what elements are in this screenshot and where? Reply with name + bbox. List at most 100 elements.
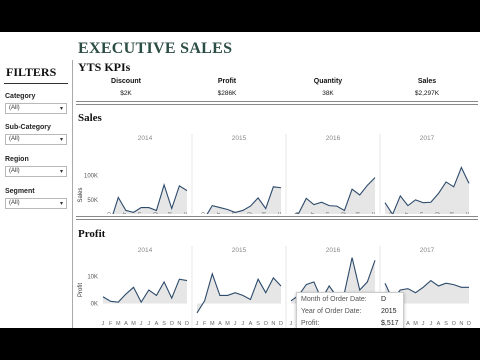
x-tick-label: D bbox=[185, 321, 189, 327]
sales-chart: Sales100K50K0K2014FebAprJunAugOctDec2015… bbox=[78, 134, 471, 214]
filters-divider bbox=[4, 83, 68, 84]
filter-value-sub-category: (All) bbox=[9, 136, 20, 142]
year-label: 2015 bbox=[232, 247, 247, 254]
x-tick-label: S bbox=[162, 321, 166, 327]
x-tick-label: Jun bbox=[325, 212, 331, 214]
x-tick-label: J bbox=[196, 321, 199, 327]
x-tick-label: Jun bbox=[137, 212, 143, 214]
tooltip-label-month: Month of Order Date: bbox=[301, 296, 367, 303]
profit-title: Profit bbox=[78, 228, 106, 240]
kpi-value-profit: $286K bbox=[217, 90, 237, 97]
letterbox-bottom bbox=[0, 328, 480, 360]
x-tick-label: J bbox=[241, 321, 244, 327]
x-tick-label: J bbox=[140, 321, 143, 327]
series-area-2016 bbox=[296, 177, 375, 214]
filter-select-sub-category[interactable]: (All) ▾ bbox=[5, 134, 67, 145]
x-tick-label: Feb bbox=[107, 212, 113, 214]
tooltip-value-profit: $,517 bbox=[381, 320, 399, 327]
year-label: 2017 bbox=[420, 247, 435, 254]
filter-select-region[interactable]: (All) ▾ bbox=[5, 166, 67, 177]
year-label: 2016 bbox=[326, 247, 341, 254]
kpi-label-sales: Sales bbox=[417, 78, 437, 85]
x-tick-label: Aug bbox=[152, 212, 158, 214]
sidebar-divider bbox=[72, 60, 73, 328]
profit-chart: Profit10K0K2014J F M A M J J A S O N D2015J F M A M J J A S… bbox=[78, 246, 471, 328]
x-tick-label: Apr bbox=[404, 212, 410, 214]
year-label: 2015 bbox=[232, 135, 247, 142]
filter-select-segment[interactable]: (All) ▾ bbox=[5, 198, 67, 209]
filter-label-sub-category: Sub-Category bbox=[5, 124, 51, 131]
x-tick-label: Feb bbox=[201, 212, 207, 214]
series-area-2015 bbox=[197, 273, 281, 313]
kpi-divider bbox=[76, 101, 478, 105]
tick-label: 10K bbox=[87, 275, 98, 281]
x-tick-label: Dec bbox=[371, 212, 377, 214]
x-tick-label: M bbox=[116, 321, 121, 327]
chevron-down-icon: ▾ bbox=[59, 169, 63, 175]
x-tick-label: Apr bbox=[216, 212, 222, 214]
x-tick-label: S bbox=[444, 321, 448, 327]
x-tick-label: A bbox=[218, 321, 222, 327]
year-label: 2017 bbox=[420, 135, 435, 142]
x-tick-label: M bbox=[210, 321, 215, 327]
x-tick-label: O bbox=[452, 321, 457, 327]
x-tick-label: S bbox=[256, 321, 260, 327]
x-tick-label: N bbox=[177, 321, 181, 327]
x-tick-label: A bbox=[124, 321, 128, 327]
kpi-value-discount: $2K bbox=[120, 90, 132, 97]
chevron-down-icon: ▾ bbox=[59, 137, 63, 143]
tooltip-label-profit: Profit: bbox=[301, 320, 320, 327]
year-label: 2014 bbox=[138, 247, 153, 254]
x-tick-label: A bbox=[249, 321, 253, 327]
kpi-title: YTS KPIs bbox=[78, 60, 131, 74]
kpi-label-discount: Discount bbox=[111, 78, 141, 85]
x-tick-label: J bbox=[147, 321, 150, 327]
x-tick-label: Jun bbox=[419, 212, 425, 214]
x-tick-label: Feb bbox=[295, 212, 301, 214]
x-tick-label: Apr bbox=[122, 212, 128, 214]
x-tick-label: Apr bbox=[310, 212, 316, 214]
x-tick-label: Dec bbox=[277, 212, 283, 214]
kpi-label-quantity: Quantity bbox=[313, 78, 343, 85]
filters-panel: FILTERS Category (All) ▾ Sub-Category (A… bbox=[0, 60, 70, 328]
filters-title: FILTERS bbox=[6, 65, 57, 79]
x-tick-label: A bbox=[155, 321, 159, 327]
chevron-down-icon: ▾ bbox=[59, 201, 63, 207]
x-tick-label: J bbox=[422, 321, 425, 327]
x-tick-label: Dec bbox=[183, 212, 189, 214]
x-tick-label: A bbox=[437, 321, 441, 327]
filter-value-segment: (All) bbox=[9, 200, 20, 206]
year-label: 2016 bbox=[326, 135, 341, 142]
kpi-label-profit: Profit bbox=[217, 78, 237, 85]
x-tick-label: D bbox=[279, 321, 283, 327]
x-tick-label: J bbox=[290, 321, 293, 327]
x-tick-label: Jun bbox=[231, 212, 237, 214]
tick-label: 0K bbox=[91, 302, 98, 308]
letterbox-top bbox=[0, 0, 480, 32]
chevron-down-icon: ▾ bbox=[59, 106, 63, 112]
data-tooltip: Month of Order Date: D Year of Order Dat… bbox=[296, 292, 404, 328]
x-tick-label: M bbox=[413, 321, 418, 327]
series-area-2017 bbox=[385, 167, 469, 214]
dashboard: EXECUTIVE SALES FILTERS Category (All) ▾… bbox=[0, 32, 480, 328]
filter-select-category[interactable]: (All) ▾ bbox=[5, 103, 67, 114]
x-tick-label: Aug bbox=[246, 212, 252, 214]
filter-value-category: (All) bbox=[9, 105, 20, 111]
tooltip-value-year: 2015 bbox=[381, 308, 397, 315]
dashboard-title: EXECUTIVE SALES bbox=[78, 40, 233, 57]
axis-label: Sales bbox=[78, 187, 84, 202]
tick-label: 100K bbox=[84, 174, 98, 180]
x-tick-label: O bbox=[170, 321, 175, 327]
x-tick-label: N bbox=[459, 321, 463, 327]
tick-label: 50K bbox=[87, 198, 98, 204]
x-tick-label: Aug bbox=[340, 212, 346, 214]
x-tick-label: J bbox=[429, 321, 432, 327]
tooltip-label-year: Year of Order Date: bbox=[301, 308, 362, 315]
x-tick-label: N bbox=[271, 321, 275, 327]
filter-value-region: (All) bbox=[9, 168, 20, 174]
x-tick-label: M bbox=[225, 321, 230, 327]
filter-label-category: Category bbox=[5, 93, 36, 100]
filter-label-region: Region bbox=[5, 156, 29, 163]
filter-label-segment: Segment bbox=[5, 188, 35, 195]
kpi-value-quantity: 38K bbox=[322, 90, 334, 97]
